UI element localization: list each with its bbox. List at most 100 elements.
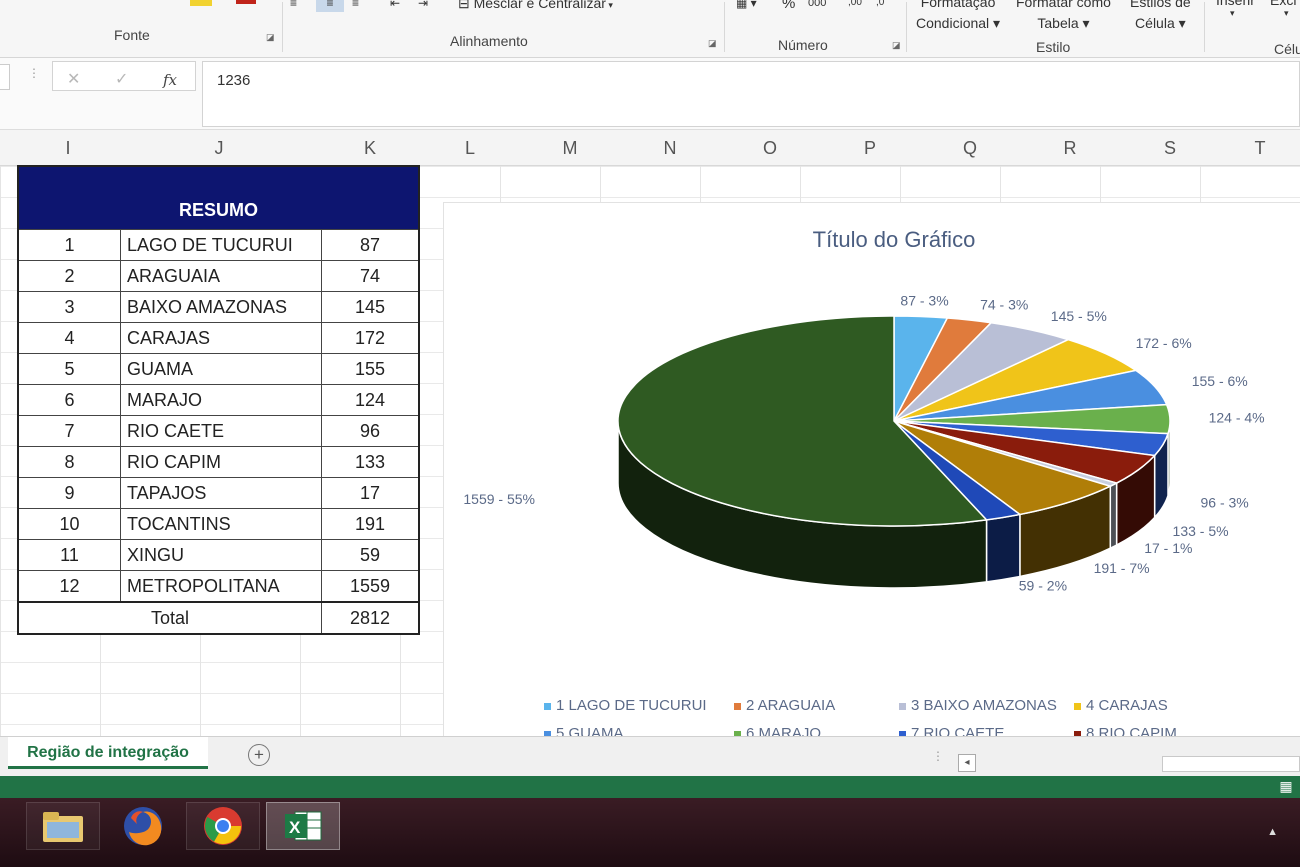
normal-view-icon[interactable]: ▦ [1276,778,1296,796]
excel-icon: X [285,811,322,841]
accounting-format-button[interactable]: ▦ ▾ [736,0,757,10]
data-label[interactable]: 17 - 1% [1144,540,1192,556]
formula-bar-grip-icon: ⋮ [28,66,40,80]
cond-format-label-2: Condicional ▾ [916,15,1001,31]
merge-center-button[interactable]: ⊟ Mesclar e Centralizar ▾ [458,0,613,12]
resumo-title[interactable]: RESUMO [19,167,418,229]
delete-cells-button[interactable]: Excl ▾ [1270,0,1296,19]
add-sheet-button[interactable]: + [248,744,270,766]
chevron-down-icon: ▾ [1230,8,1235,18]
formula-input[interactable]: 1236 [202,61,1300,127]
horizontal-scrollbar[interactable]: ◂ [952,753,1300,773]
cell-styles-button[interactable]: Estilos de Célula ▾ [1130,0,1191,34]
table-row[interactable]: 1 LAGO DE TUCURUI 87 [19,229,418,260]
resumo-table: RESUMO 1 LAGO DE TUCURUI 87 2 ARAGUAIA 74 3B… [17,165,420,635]
column-header-q[interactable]: Q [920,138,1020,159]
table-row[interactable]: 4 CARAJAS 172 [19,322,418,353]
total-row[interactable]: Total 2812 [19,601,418,633]
table-row[interactable]: 10 TOCANTINS 191 [19,508,418,539]
column-header-t[interactable]: T [1220,138,1300,159]
pie-slice-side[interactable] [985,513,1021,583]
conditional-format-button[interactable]: Formatação Condicional ▾ [916,0,1000,34]
pie-chart[interactable]: Título do Gráfico 87 - 3% 74 - 3% 145 - 5%… [443,202,1300,747]
table-row[interactable]: 9 TAPAJOS 17 [19,477,418,508]
row-number: 11 [19,540,121,570]
thousands-separator-button[interactable]: 000 [808,0,826,9]
numero-launcher-icon[interactable]: ◪ [892,40,901,51]
data-label[interactable]: 59 - 2% [1019,577,1067,593]
column-header-k[interactable]: K [320,138,420,159]
table-row[interactable]: 3 BAIXO AMAZONAS 145 [19,291,418,322]
indent-increase-button[interactable]: ⇥ [418,0,428,10]
data-label[interactable]: 155 - 6% [1192,373,1248,389]
tray-expand-icon[interactable]: ▲ [1267,826,1278,838]
excel-button[interactable]: X [266,802,340,850]
data-label[interactable]: 96 - 3% [1201,495,1249,511]
enter-check-icon[interactable]: ✓ [115,69,128,89]
align-left-button[interactable]: ≡ [290,0,297,10]
increase-decimal-button[interactable]: ,00 [848,0,862,8]
region-value: 133 [354,452,386,472]
percent-button[interactable]: % [782,0,795,12]
legend-item[interactable]: 4 CARAJAS [1074,697,1168,714]
separator [1204,2,1205,52]
column-header-o[interactable]: O [720,138,820,159]
table-row[interactable]: 12 METROPOLITANA 1559 [19,570,418,601]
font-color-red-button[interactable] [236,0,256,4]
data-label[interactable]: 133 - 5% [1173,523,1229,539]
data-label[interactable]: 172 - 6% [1136,335,1192,351]
fonte-launcher-icon[interactable]: ◪ [266,32,275,43]
data-label[interactable]: 1559 - 55% [463,491,535,507]
scroll-left-icon[interactable]: ◂ [958,754,976,772]
data-label[interactable]: 74 - 3% [980,297,1028,313]
column-header-p[interactable]: P [820,138,920,159]
separator [724,2,725,52]
data-label[interactable]: 145 - 5% [1051,308,1107,324]
file-explorer-button[interactable] [26,802,100,850]
insert-cells-button[interactable]: Inserir ▾ [1216,0,1255,19]
cancel-icon[interactable]: ✕ [67,69,80,89]
formula-buttons: ✕ ✓ fx [52,61,196,91]
table-row[interactable]: 7 RIO CAETE 96 [19,415,418,446]
legend-item[interactable]: 1 LAGO DE TUCURUI [544,697,707,714]
cell-styles-label-2: Célula ▾ [1135,15,1186,31]
name-box[interactable] [0,64,10,90]
column-header-n[interactable]: N [620,138,720,159]
decrease-decimal-button[interactable]: ,0 [876,0,884,8]
delete-label: Excl [1270,0,1297,8]
column-header-m[interactable]: M [520,138,620,159]
group-label-celulas: Célu [1274,41,1300,57]
scroll-thumb[interactable] [1162,756,1300,772]
region-name: TAPAJOS [121,478,322,508]
column-header-j[interactable]: J [118,138,320,159]
column-header-s[interactable]: S [1120,138,1220,159]
data-label[interactable]: 124 - 4% [1209,410,1265,426]
format-table-label-1: Formatar como [1016,0,1111,10]
data-label[interactable]: 87 - 3% [900,293,948,309]
indent-decrease-button[interactable]: ⇤ [390,0,400,10]
sheet-tab-regiao[interactable]: Região de integração [8,737,208,769]
pie-chart-plot[interactable]: 87 - 3% 74 - 3% 145 - 5% 172 - 6% 155 - 6% 12… [444,203,1300,693]
format-as-table-button[interactable]: Formatar como Tabela ▾ [1016,0,1111,34]
alinhamento-launcher-icon[interactable]: ◪ [708,38,717,49]
align-right-button[interactable]: ≡ [352,0,359,10]
table-row[interactable]: 8 RIO CAPIM 133 [19,446,418,477]
column-header-l[interactable]: L [420,138,520,159]
chrome-button[interactable] [186,802,260,850]
font-color-button[interactable] [190,0,212,6]
table-row[interactable]: 5 GUAMA 155 [19,353,418,384]
firefox-button[interactable] [106,802,180,850]
legend-item[interactable]: 2 ARAGUAIA [734,697,835,714]
align-center-button[interactable]: ≡ [316,0,344,12]
cond-format-label-1: Formatação [920,0,996,10]
table-row[interactable]: 6 MARAJO 124 [19,384,418,415]
data-label[interactable]: 191 - 7% [1094,560,1150,576]
pie-slice-side[interactable] [1109,481,1118,550]
table-row[interactable]: 2 ARAGUAIA 74 [19,260,418,291]
column-header-r[interactable]: R [1020,138,1120,159]
legend-swatch [899,702,906,710]
legend-item[interactable]: 3 BAIXO AMAZONAS [899,697,1057,714]
table-row[interactable]: 11 XINGU 59 [19,539,418,570]
column-header-i[interactable]: I [18,138,118,159]
insert-function-button[interactable]: fx [163,71,177,89]
